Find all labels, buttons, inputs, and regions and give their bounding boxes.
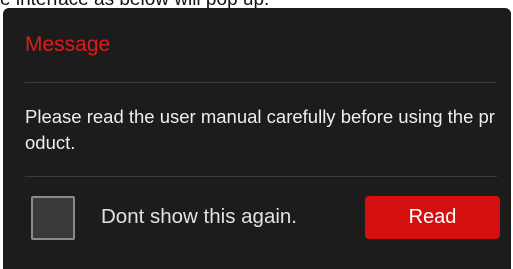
dont-show-again-label[interactable]: Dont show this again. (101, 204, 297, 230)
read-button[interactable]: Read (365, 196, 500, 239)
screenshot: e interface as below will pop up. Messag… (0, 0, 513, 269)
message-dialog: Message Please read the user manual care… (3, 8, 511, 269)
dialog-title: Message (25, 33, 111, 56)
dialog-message: Please read the user manual carefully be… (25, 106, 495, 153)
title-divider (25, 82, 497, 83)
footer-divider (25, 176, 497, 177)
dont-show-again-checkbox[interactable] (31, 196, 75, 240)
